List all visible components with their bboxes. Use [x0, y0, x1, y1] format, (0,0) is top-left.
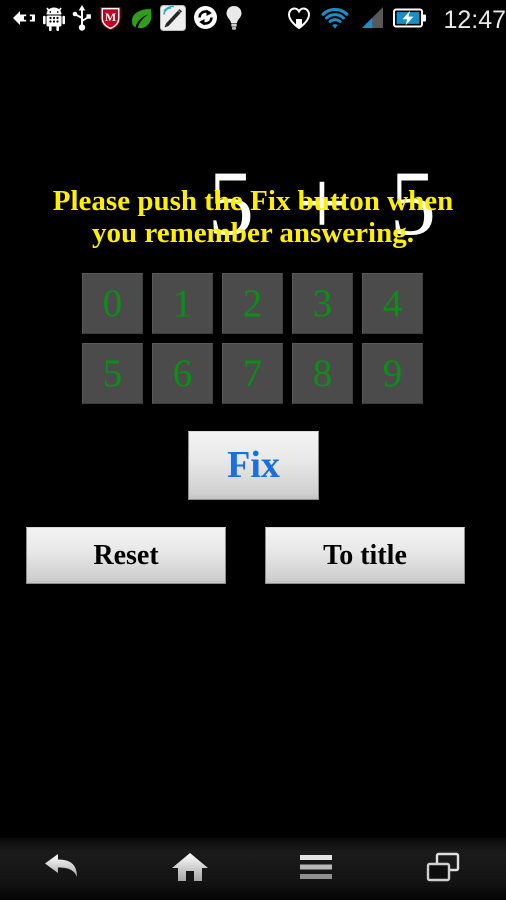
instruction-line-2: you remember answering.	[92, 217, 414, 250]
reset-button[interactable]: Reset	[26, 527, 226, 584]
nav-back-button[interactable]	[0, 838, 127, 900]
key-1[interactable]: 1	[152, 273, 213, 334]
key-0[interactable]: 0	[82, 273, 143, 334]
number-keypad: 0 1 2 3 4 5 6 7 8 9	[82, 273, 424, 404]
lightbulb-icon	[225, 5, 243, 36]
key-6[interactable]: 6	[152, 343, 213, 404]
heart-icon	[287, 6, 311, 35]
nav-menu-button[interactable]	[253, 838, 380, 900]
signal-bars-icon	[359, 6, 384, 35]
key-3[interactable]: 3	[292, 273, 353, 334]
home-icon	[170, 850, 210, 889]
mcafee-shield-icon: M	[99, 5, 122, 36]
key-4[interactable]: 4	[362, 273, 423, 334]
usb-icon	[72, 4, 92, 36]
nav-home-button[interactable]	[127, 838, 254, 900]
key-2[interactable]: 2	[222, 273, 283, 334]
instruction-line-1: Please push the Fix button when	[52, 185, 454, 217]
phone-screen: M 12:47 5 + 5 Please push the Fix button…	[0, 0, 506, 900]
status-bar-clock: 12:47	[443, 5, 506, 34]
android-robot-icon	[43, 5, 65, 36]
keypad-row-top: 0 1 2 3 4	[82, 273, 424, 334]
key-9[interactable]: 9	[362, 343, 423, 404]
menu-icon	[298, 853, 334, 886]
key-5[interactable]: 5	[82, 343, 143, 404]
key-8[interactable]: 8	[292, 343, 353, 404]
keypad-row-bottom: 5 6 7 8 9	[82, 343, 424, 404]
to-title-button[interactable]: To title	[265, 527, 465, 584]
status-bar-left-icons: M	[0, 4, 243, 36]
key-7[interactable]: 7	[222, 343, 283, 404]
status-bar-right-icons	[287, 6, 439, 35]
sync-icon	[193, 5, 218, 35]
nav-recents-button[interactable]	[380, 838, 506, 900]
wifi-icon	[320, 6, 350, 35]
status-bar: M 12:47	[0, 0, 506, 40]
navigation-bar	[0, 837, 506, 900]
app-content: 5 +5 Please push the Fix button when you …	[0, 40, 506, 837]
battery-charging-icon	[393, 7, 427, 34]
recent-apps-icon	[425, 851, 461, 888]
svg-text:M: M	[105, 10, 116, 24]
instruction-text: Please push the Fix button when you reme…	[0, 185, 506, 250]
download-plus-icon	[12, 7, 36, 34]
back-arrow-icon	[41, 850, 85, 889]
stylus-pen-icon	[160, 4, 186, 36]
fix-button[interactable]: Fix	[188, 431, 319, 500]
leaf-icon	[129, 7, 153, 34]
